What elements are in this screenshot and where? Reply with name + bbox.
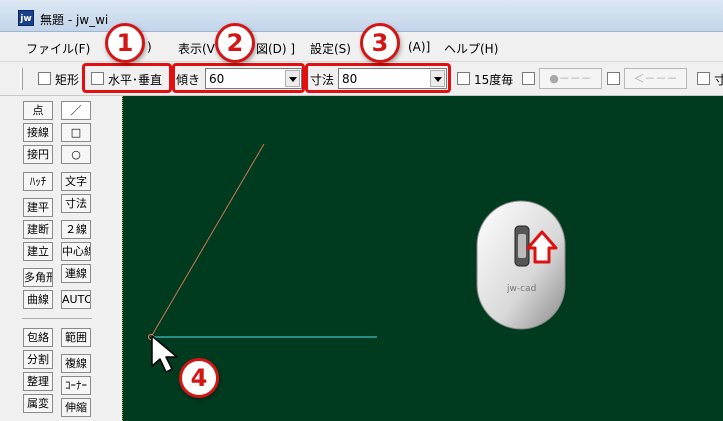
rect-checkbox[interactable]	[38, 72, 51, 85]
annotation-badge-2: 2	[215, 23, 255, 63]
tool-building-elevation[interactable]: 建立	[23, 242, 53, 261]
tool-curve[interactable]: 曲線	[23, 290, 53, 309]
tool-separator	[22, 318, 92, 319]
tool-panel: 点 接線 接円 ﾊｯﾁ 建平 建断 建立 多角形 曲線 包絡 分割 整理 属変 …	[0, 96, 122, 421]
tool-range[interactable]: 範囲	[61, 328, 91, 347]
tool-text[interactable]: 文字	[61, 172, 91, 191]
tool-center-line[interactable]: 中心線	[61, 242, 91, 261]
angled-line	[150, 143, 265, 338]
menu-help[interactable]: ヘルプ(H)	[444, 40, 498, 57]
tool-building-section[interactable]: 建断	[23, 220, 53, 239]
highlight-dimension	[305, 63, 451, 93]
tool-connect-line[interactable]: 連線	[61, 264, 91, 283]
tool-envelope[interactable]: 包絡	[23, 328, 53, 347]
tool-organize[interactable]: 整理	[23, 372, 53, 391]
menu-edit[interactable]: )	[147, 40, 152, 54]
menu-file[interactable]: ファイル(F)	[26, 40, 90, 57]
tool-line[interactable]: ／	[61, 101, 91, 120]
tool-offset-line[interactable]: 複線	[61, 354, 91, 373]
tool-circle[interactable]: ○	[61, 145, 91, 164]
menu-view[interactable]: 表示(V	[178, 40, 215, 57]
tool-stretch[interactable]: 伸縮	[61, 398, 91, 417]
tool-divide[interactable]: 分割	[23, 350, 53, 369]
menu-draw[interactable]: 図(D) ]	[256, 40, 295, 57]
rect-label: 矩形	[55, 73, 80, 87]
mouse-icon	[476, 200, 566, 330]
line-style-button-1[interactable]: ●－－－	[539, 68, 602, 89]
title-bar: jw 無題 - jw_wi	[0, 0, 723, 32]
option3-checkbox[interactable]	[697, 72, 710, 85]
option2-checkbox[interactable]	[607, 72, 620, 85]
tail-label: 寸	[714, 73, 723, 87]
tool-corner[interactable]: ｺｰﾅｰ	[61, 376, 91, 395]
tool-polygon[interactable]: 多角形	[23, 268, 53, 287]
mouse-brand-label: jw-cad	[507, 284, 537, 294]
tool-auto[interactable]: AUTO	[61, 290, 91, 309]
annotation-badge-1: 1	[105, 23, 145, 63]
option1-checkbox[interactable]	[522, 72, 535, 85]
toolbar-grip[interactable]	[20, 68, 23, 90]
line-style-button-2[interactable]: ＜－－－	[624, 68, 687, 89]
tool-building-plan[interactable]: 建平	[23, 198, 53, 217]
highlight-horizontal-vertical	[82, 63, 172, 93]
deg15-checkbox[interactable]	[457, 72, 470, 85]
highlight-angle	[172, 63, 305, 93]
menu-settings[interactable]: 設定(S)	[310, 40, 351, 57]
menu-other[interactable]: (A)]	[408, 40, 430, 54]
tool-tangent-circle[interactable]: 接円	[23, 145, 53, 164]
tool-hatch[interactable]: ﾊｯﾁ	[23, 172, 53, 191]
tool-rectangle[interactable]: □	[61, 123, 91, 142]
annotation-badge-4: 4	[179, 358, 219, 398]
tool-attribute-change[interactable]: 属変	[23, 394, 53, 413]
app-icon[interactable]: jw	[18, 10, 34, 26]
tool-point[interactable]: 点	[23, 101, 53, 120]
tool-dimension[interactable]: 寸法	[61, 194, 91, 213]
tool-double-line[interactable]: ２線	[61, 220, 91, 239]
tool-tangent-line[interactable]: 接線	[23, 123, 53, 142]
window-title: 無題 - jw_wi	[40, 13, 109, 27]
deg15-label: 15度毎	[474, 73, 514, 87]
annotation-badge-3: 3	[360, 23, 400, 63]
